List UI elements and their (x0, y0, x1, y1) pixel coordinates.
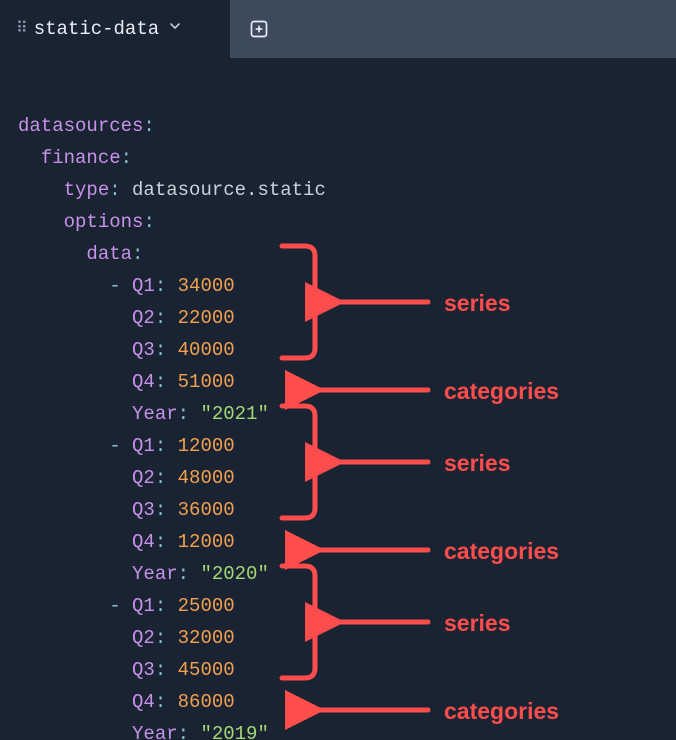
chevron-down-icon (167, 18, 183, 40)
tab-bar: ⠿ static-data (0, 0, 676, 58)
yaml-string: "2019" (200, 723, 268, 740)
code-editor[interactable]: datasources: finance: type: datasource.s… (0, 58, 676, 740)
tab-static-data[interactable]: ⠿ static-data (0, 0, 230, 58)
yaml-number: 12000 (178, 531, 235, 553)
yaml-number: 36000 (178, 499, 235, 521)
yaml-string: "2020" (200, 563, 268, 585)
yaml-key: type (64, 179, 110, 201)
yaml-key: data (86, 243, 132, 265)
yaml-number: 51000 (178, 371, 235, 393)
yaml-number: 34000 (178, 275, 235, 297)
annotation-categories-2: categories (444, 538, 559, 564)
yaml-number: 48000 (178, 467, 235, 489)
yaml-number: 25000 (178, 595, 235, 617)
yaml-number: 32000 (178, 627, 235, 649)
yaml-value: datasource.static (132, 179, 326, 201)
yaml-key: options (64, 211, 144, 233)
yaml-number: 45000 (178, 659, 235, 681)
annotation-categories-1: categories (444, 378, 559, 404)
annotation-series-3: series (444, 610, 511, 636)
yaml-key: datasources (18, 115, 143, 137)
tab-label: static-data (34, 18, 159, 40)
yaml-number: 12000 (178, 435, 235, 457)
drag-handle-icon: ⠿ (16, 21, 26, 37)
annotation-series-2: series (444, 450, 511, 476)
yaml-number: 40000 (178, 339, 235, 361)
yaml-string: "2021" (200, 403, 268, 425)
yaml-number: 22000 (178, 307, 235, 329)
annotation-categories-3: categories (444, 698, 559, 724)
yaml-number: 86000 (178, 691, 235, 713)
plus-square-icon (249, 19, 269, 39)
annotation-series-1: series (444, 290, 511, 316)
yaml-key: finance (41, 147, 121, 169)
new-tab-button[interactable] (230, 0, 288, 58)
